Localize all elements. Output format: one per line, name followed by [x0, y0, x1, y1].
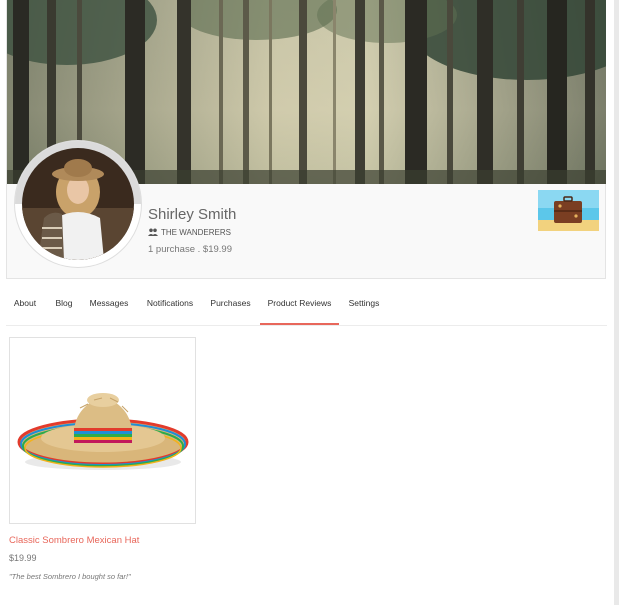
review-text: "The best Sombrero I bought so far!": [9, 572, 131, 581]
users-icon: [148, 228, 158, 237]
tab-settings[interactable]: Settings: [345, 288, 383, 325]
tab-product-reviews[interactable]: Product Reviews: [260, 288, 339, 325]
profile-tabs: About Blog Messages Notifications Purcha…: [6, 288, 607, 326]
tab-about[interactable]: About: [6, 288, 44, 325]
tab-blog[interactable]: Blog: [50, 288, 78, 325]
purchase-summary: 1 purchase . $19.99: [148, 244, 232, 255]
tab-purchases[interactable]: Purchases: [206, 288, 255, 325]
tab-notifications[interactable]: Notifications: [140, 288, 200, 325]
profile-name: Shirley Smith: [148, 206, 237, 223]
product-image[interactable]: [9, 337, 196, 524]
page-scrollbar[interactable]: [614, 0, 619, 605]
suitcase-badge: [538, 190, 599, 231]
group-name: THE WANDERERS: [161, 228, 231, 237]
avatar[interactable]: [22, 148, 134, 260]
group-link[interactable]: THE WANDERERS: [148, 228, 231, 237]
tab-messages[interactable]: Messages: [84, 288, 134, 325]
product-name-link[interactable]: Classic Sombrero Mexican Hat: [9, 535, 139, 546]
product-price: $19.99: [9, 553, 37, 563]
